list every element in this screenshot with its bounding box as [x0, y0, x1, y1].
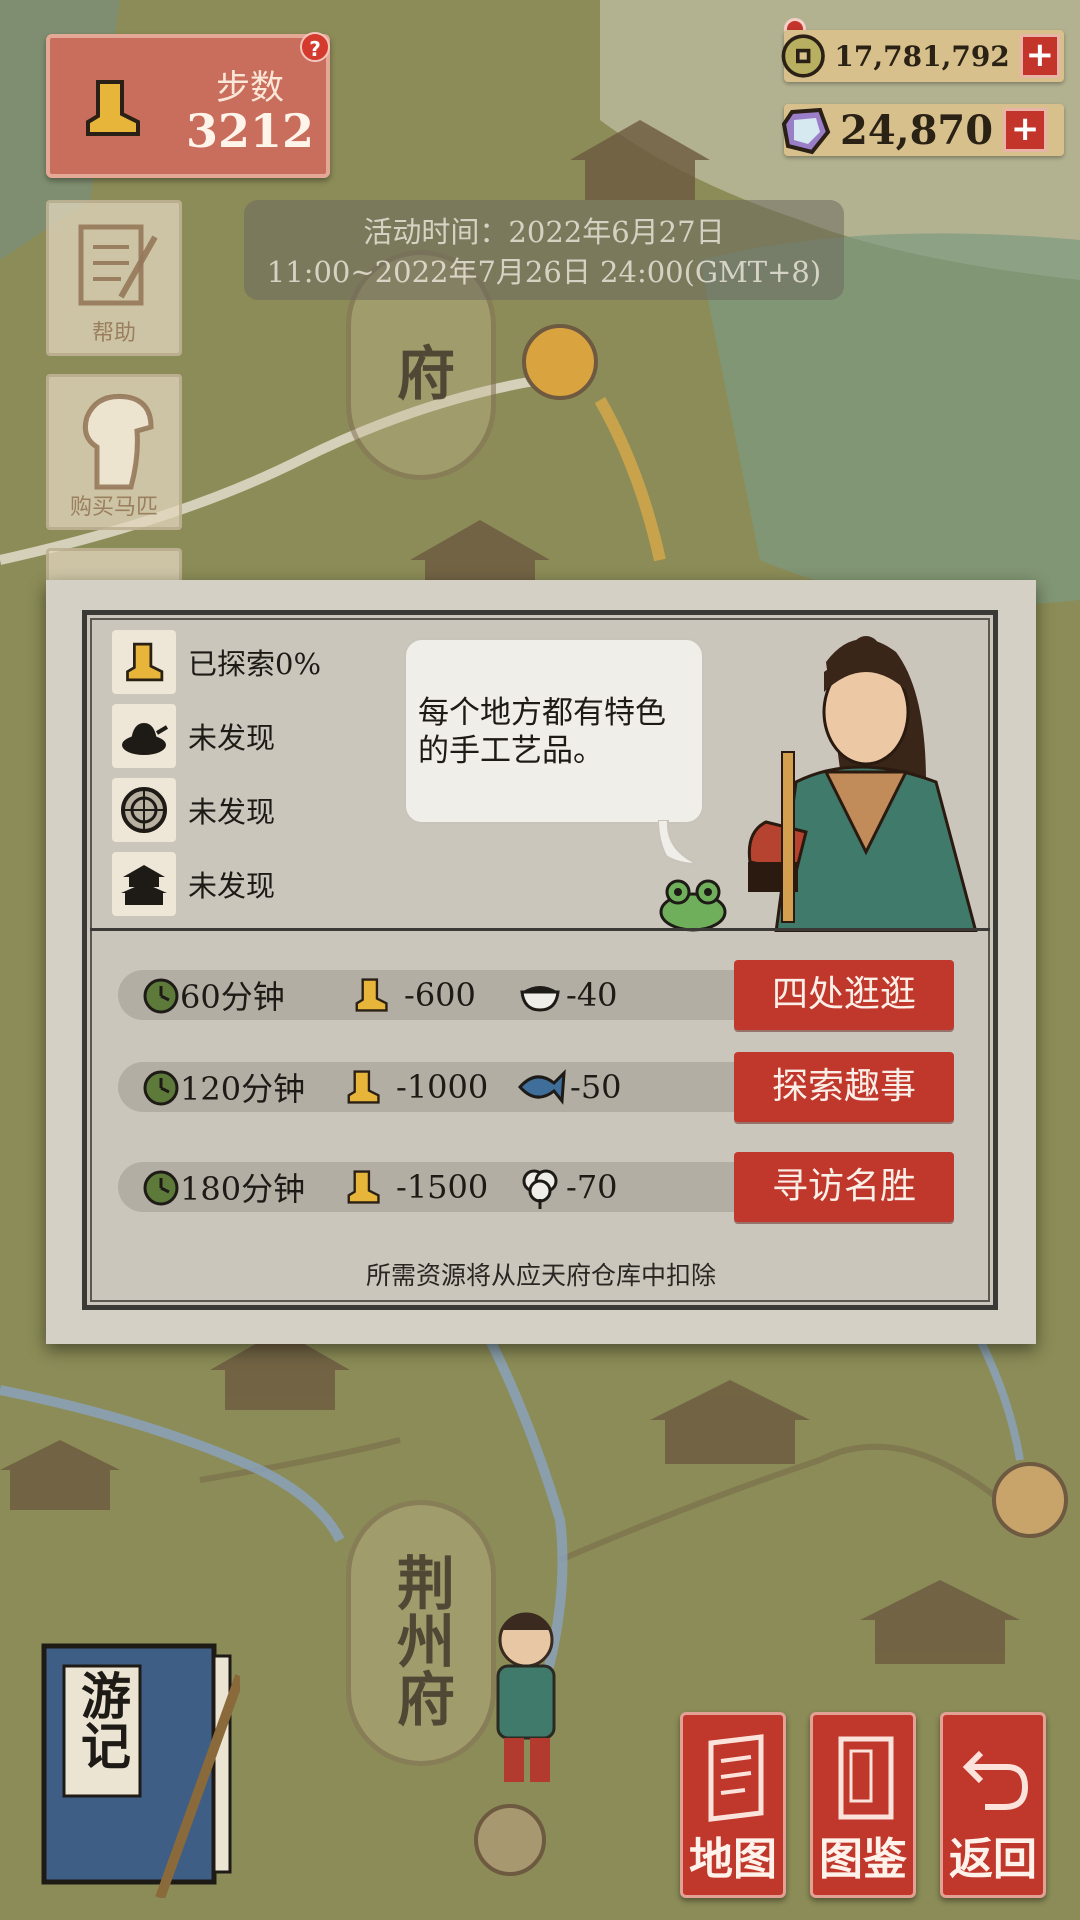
action-wander-cost: -40	[518, 970, 618, 1020]
journal-label: 游记	[73, 1670, 132, 1770]
jade-gem-icon	[781, 107, 831, 155]
food-status-text: 未发现	[188, 795, 276, 829]
encyclopedia-button-label: 图鉴	[819, 1834, 907, 1885]
boot-icon	[86, 80, 140, 136]
fish-icon	[518, 1069, 566, 1105]
wander-button[interactable]: 四处逛逛	[734, 960, 954, 1030]
coin-amount: 17,781,792	[834, 39, 1010, 73]
action-wander-steps: -600	[352, 970, 476, 1020]
add-gems-button[interactable]: +	[1003, 108, 1048, 152]
teapot-icon	[122, 723, 169, 755]
player-character[interactable]	[470, 1600, 580, 1800]
coin-counter: 17,781,792 +	[781, 30, 1064, 82]
steps-label: 步数	[216, 68, 284, 108]
cotton-icon	[522, 1169, 558, 1209]
action-wander-time: 60分钟	[142, 970, 285, 1020]
map-button-label: 地图	[689, 1834, 777, 1885]
gem-amount: 24,870	[840, 106, 994, 154]
landmark-status-row: 未发现	[112, 852, 275, 916]
building-icon	[121, 865, 167, 905]
boot-icon	[355, 978, 388, 1012]
map-button[interactable]: 地图	[680, 1712, 786, 1898]
map-scroll-icon	[708, 1734, 764, 1822]
buy-horse-button[interactable]: 购买马匹	[46, 374, 182, 530]
back-arrow-icon	[962, 1750, 1029, 1810]
buy-horse-button-label: 购买马匹	[69, 495, 158, 520]
back-button[interactable]: 返回	[940, 1712, 1046, 1898]
frog-icon	[659, 879, 727, 932]
boot-icon	[347, 1170, 380, 1204]
help-button[interactable]: 帮助	[46, 200, 182, 356]
landmark-status-text: 未发现	[188, 869, 276, 903]
resource-deduction-note: 所需资源将从应天府仓库中扣除	[365, 1261, 716, 1290]
rice-bowl-icon	[520, 986, 560, 1012]
book-icon	[838, 1736, 894, 1820]
action-visit-steps: -1500	[344, 1162, 488, 1212]
horse-icon	[82, 393, 154, 490]
guide-character	[747, 636, 978, 932]
action-explore-cost: -50	[518, 1062, 622, 1112]
action-visit-time: 180分钟	[142, 1162, 305, 1212]
speech-bubble-tail	[658, 820, 699, 865]
food-status-row: 未发现	[112, 778, 275, 842]
timer-icon	[143, 1070, 179, 1106]
event-time-line1: 活动时间：2022年6月27日	[363, 215, 725, 249]
action-visit-cost: -70	[518, 1162, 618, 1212]
add-coins-button[interactable]: +	[1019, 34, 1060, 78]
explore-fun-button[interactable]: 探索趣事	[734, 1052, 954, 1122]
timer-icon	[143, 1170, 179, 1206]
steps-panel[interactable]: 步数 3212 ?	[46, 32, 330, 178]
craft-status-text: 未发现	[188, 721, 276, 755]
event-time-banner: 活动时间：2022年6月27日 11:00~2022年7月26日 24:00(G…	[244, 200, 844, 300]
help-button-label: 帮助	[91, 321, 136, 346]
explore-progress-row: 已探索0%	[112, 630, 321, 694]
explore-progress-text: 已探索0%	[188, 647, 322, 681]
journal-button[interactable]: 游记	[30, 1636, 240, 1898]
craft-status-row: 未发现	[112, 704, 275, 768]
action-explore-steps: -1000	[344, 1062, 488, 1112]
speech-bubble: 每个地方都有特色的手工艺品。	[404, 638, 704, 824]
explore-dialog: 已探索0% 未发现 未发现 未发现 每个地方都有特色的手工艺品。 60分钟 -6…	[46, 580, 1036, 1344]
event-time-line2: 11:00~2022年7月26日 24:00(GMT+8)	[266, 255, 822, 289]
timer-icon	[143, 978, 179, 1014]
steps-help-button[interactable]: ?	[300, 32, 330, 62]
dish-icon	[121, 787, 167, 833]
boot-icon	[126, 642, 164, 682]
encyclopedia-button[interactable]: 图鉴	[810, 1712, 916, 1898]
gem-counter: 24,870 +	[781, 104, 1064, 156]
copper-coin-icon	[781, 34, 825, 78]
action-explore-time: 120分钟	[142, 1062, 305, 1112]
help-scroll-icon	[78, 224, 158, 306]
back-button-label: 返回	[949, 1834, 1037, 1885]
steps-value: 3212	[185, 104, 315, 158]
visit-sights-button[interactable]: 寻访名胜	[734, 1152, 954, 1222]
boot-icon	[347, 1070, 380, 1104]
